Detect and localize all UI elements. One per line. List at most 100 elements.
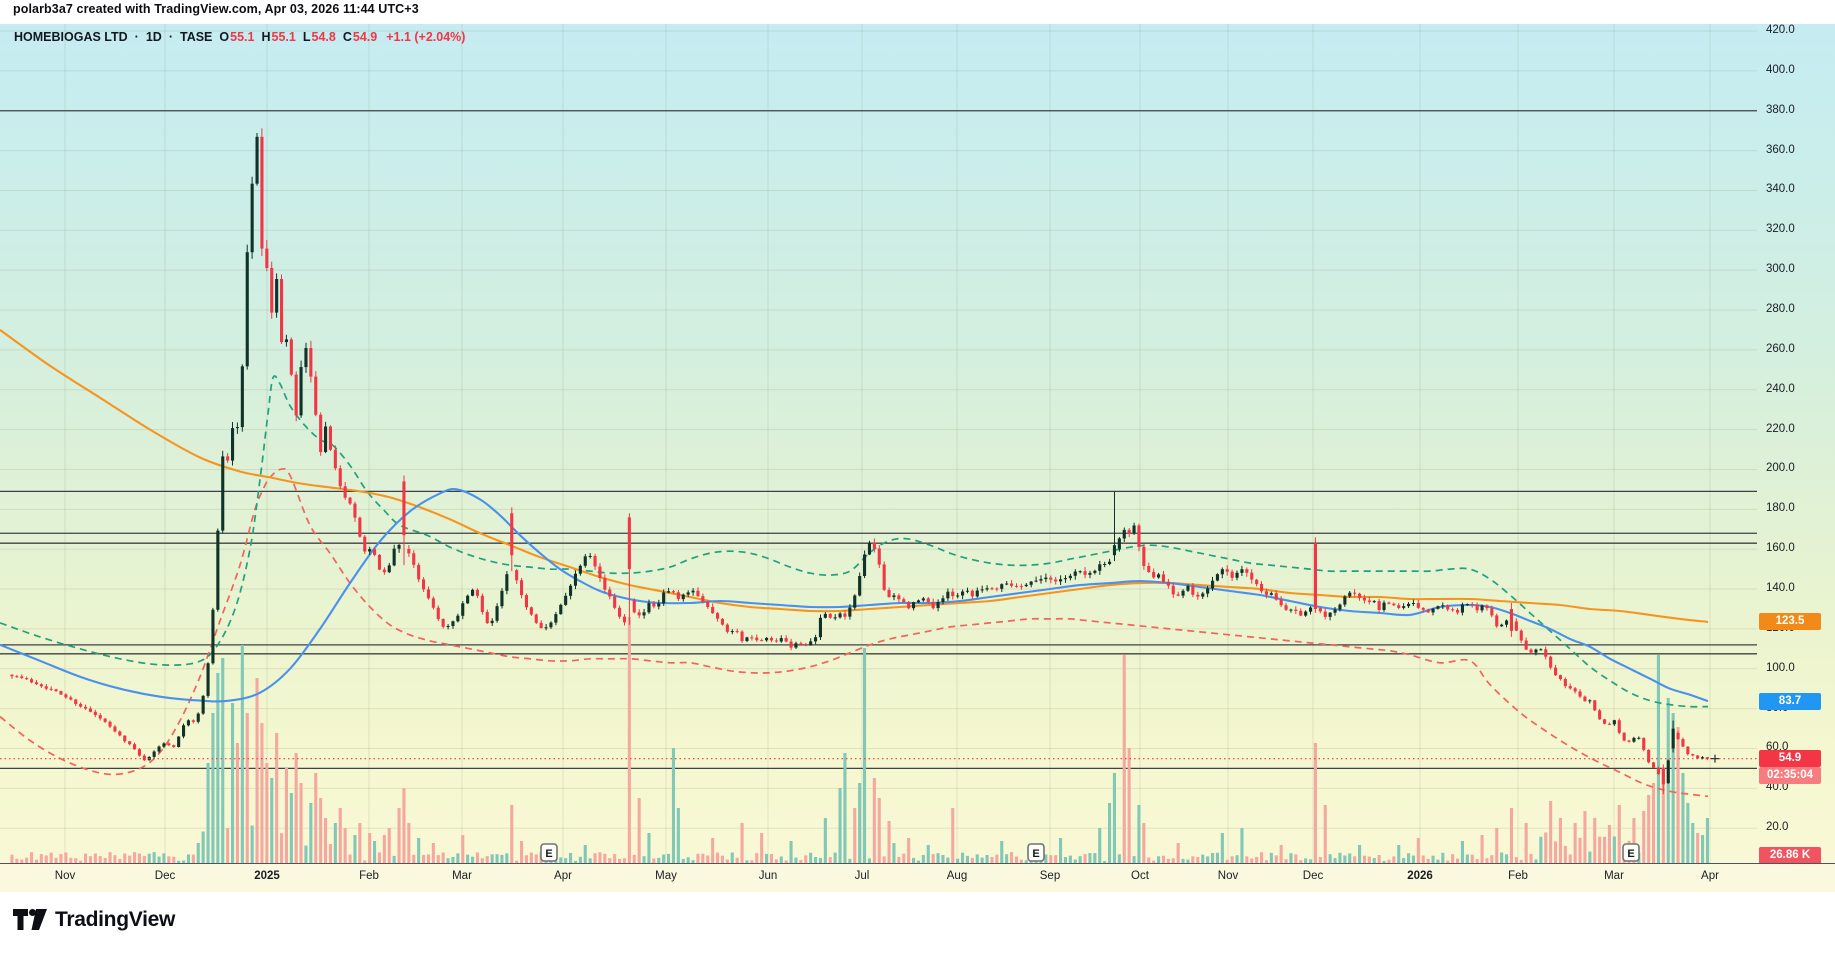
- price-tick-label: 220.0: [1766, 422, 1795, 435]
- tradingview-logo[interactable]: TradingView: [13, 908, 175, 932]
- candle-body: [98, 715, 102, 719]
- time-axis-month-label: Feb: [359, 870, 379, 882]
- candle-body: [451, 621, 455, 626]
- time-axis[interactable]: Nov Dec 2025 Feb Mar Apr May Jun Jul Aug Sep Oct Nov…: [0, 863, 1835, 893]
- legend-symbol[interactable]: HOMEBIOGAS LTD: [14, 30, 128, 44]
- volume-bar: [348, 854, 352, 863]
- volume-bar: [1142, 823, 1146, 863]
- candle-body: [196, 713, 200, 722]
- volume-bar: [510, 805, 514, 863]
- candle-body: [1642, 737, 1646, 750]
- price-tick-label: 240.0: [1766, 382, 1795, 395]
- candle-body: [446, 626, 450, 627]
- candle-body: [1407, 603, 1411, 607]
- candle-body: [1421, 607, 1425, 610]
- candle-body: [740, 631, 744, 641]
- time-axis-month-label: Apr: [554, 870, 572, 882]
- candle-body: [1201, 593, 1205, 597]
- candle-body: [1451, 609, 1455, 611]
- candle-body: [1176, 594, 1180, 596]
- candle-body: [123, 735, 127, 742]
- candle-body: [505, 574, 509, 591]
- volume-bar: [1289, 853, 1293, 863]
- candle-body: [1264, 591, 1268, 595]
- earnings-letter: E: [1032, 848, 1039, 860]
- candle-body: [539, 622, 543, 628]
- volume-bar: [809, 852, 813, 863]
- candle-body: [1656, 767, 1660, 775]
- candle-body: [157, 746, 161, 752]
- earnings-marker[interactable]: E: [1027, 843, 1045, 862]
- candle-body: [1181, 590, 1185, 596]
- volume-bar: [142, 855, 146, 863]
- ma-blue-line[interactable]: [0, 488, 1709, 703]
- volume-bar: [30, 852, 34, 863]
- candle-body: [495, 606, 499, 621]
- volume-bar: [637, 798, 641, 863]
- volume-bar: [407, 823, 411, 863]
- candle-body: [671, 591, 675, 593]
- candle-body: [608, 589, 612, 597]
- candle-body: [226, 456, 230, 461]
- candle-body: [676, 592, 680, 599]
- candle-body: [1059, 579, 1063, 582]
- volume-bar: [1313, 743, 1317, 863]
- legend-exchange: TASE: [179, 30, 213, 44]
- volume-bar: [402, 788, 406, 863]
- attribution-text: polarb3a7 created with TradingView.com, …: [13, 2, 419, 16]
- ma-orange-line[interactable]: [0, 329, 1709, 623]
- volume-bar: [1117, 854, 1121, 863]
- volume-bar: [706, 855, 710, 863]
- candle-body: [34, 682, 38, 685]
- candle-body: [1323, 611, 1327, 617]
- volume-bar: [1000, 841, 1004, 863]
- upper-band-line[interactable]: [0, 375, 1709, 708]
- candle-body: [245, 252, 249, 367]
- candle-body: [872, 542, 876, 549]
- candle-body: [877, 548, 881, 565]
- legend-interval[interactable]: 1D: [146, 30, 162, 44]
- candle-body: [280, 279, 284, 343]
- volume-bar: [211, 713, 215, 863]
- candle-body: [328, 426, 332, 450]
- candle-body: [921, 598, 925, 601]
- volume-bar: [926, 845, 930, 863]
- candle-body: [823, 613, 827, 618]
- candle-body: [177, 736, 181, 747]
- time-axis-month-label: Feb: [1508, 870, 1528, 882]
- candle-body: [1279, 599, 1283, 606]
- candle-body: [745, 637, 749, 641]
- candle-body: [1034, 580, 1038, 582]
- candle-body: [1529, 649, 1533, 653]
- price-chart-canvas[interactable]: EEE: [0, 24, 1757, 863]
- candle-body: [1353, 592, 1357, 594]
- volume-bar: [1607, 825, 1611, 863]
- candle-body: [681, 594, 685, 600]
- candle-body: [377, 554, 381, 570]
- candle-body: [422, 579, 426, 590]
- volume-bar: [338, 808, 342, 863]
- candle-body: [926, 598, 930, 602]
- volume-bar: [309, 803, 313, 863]
- candle-body: [88, 708, 92, 712]
- candle-body: [500, 590, 504, 607]
- candle-body: [1333, 609, 1337, 613]
- volume-bar: [152, 852, 156, 863]
- volume-bar: [1647, 795, 1651, 863]
- volume-bar: [280, 833, 284, 863]
- volume-bar: [1049, 855, 1053, 863]
- volume-bar: [823, 818, 827, 863]
- candle-body: [1093, 570, 1097, 573]
- volume-bar: [123, 853, 127, 863]
- earnings-marker[interactable]: E: [1622, 843, 1640, 862]
- legend-high: H 55.1: [261, 30, 296, 44]
- price-axis[interactable]: 420.0 400.0 380.0 360.0 340.0 320.0 300.0 280.0…: [1757, 24, 1835, 864]
- candle-body: [1348, 592, 1352, 597]
- candle-body: [1691, 754, 1695, 756]
- earnings-marker[interactable]: E: [540, 843, 558, 862]
- candle-body: [1367, 600, 1371, 602]
- candle-body: [382, 569, 386, 573]
- candle-body: [1029, 581, 1033, 585]
- candle-body: [206, 663, 210, 696]
- candle-body: [113, 726, 117, 732]
